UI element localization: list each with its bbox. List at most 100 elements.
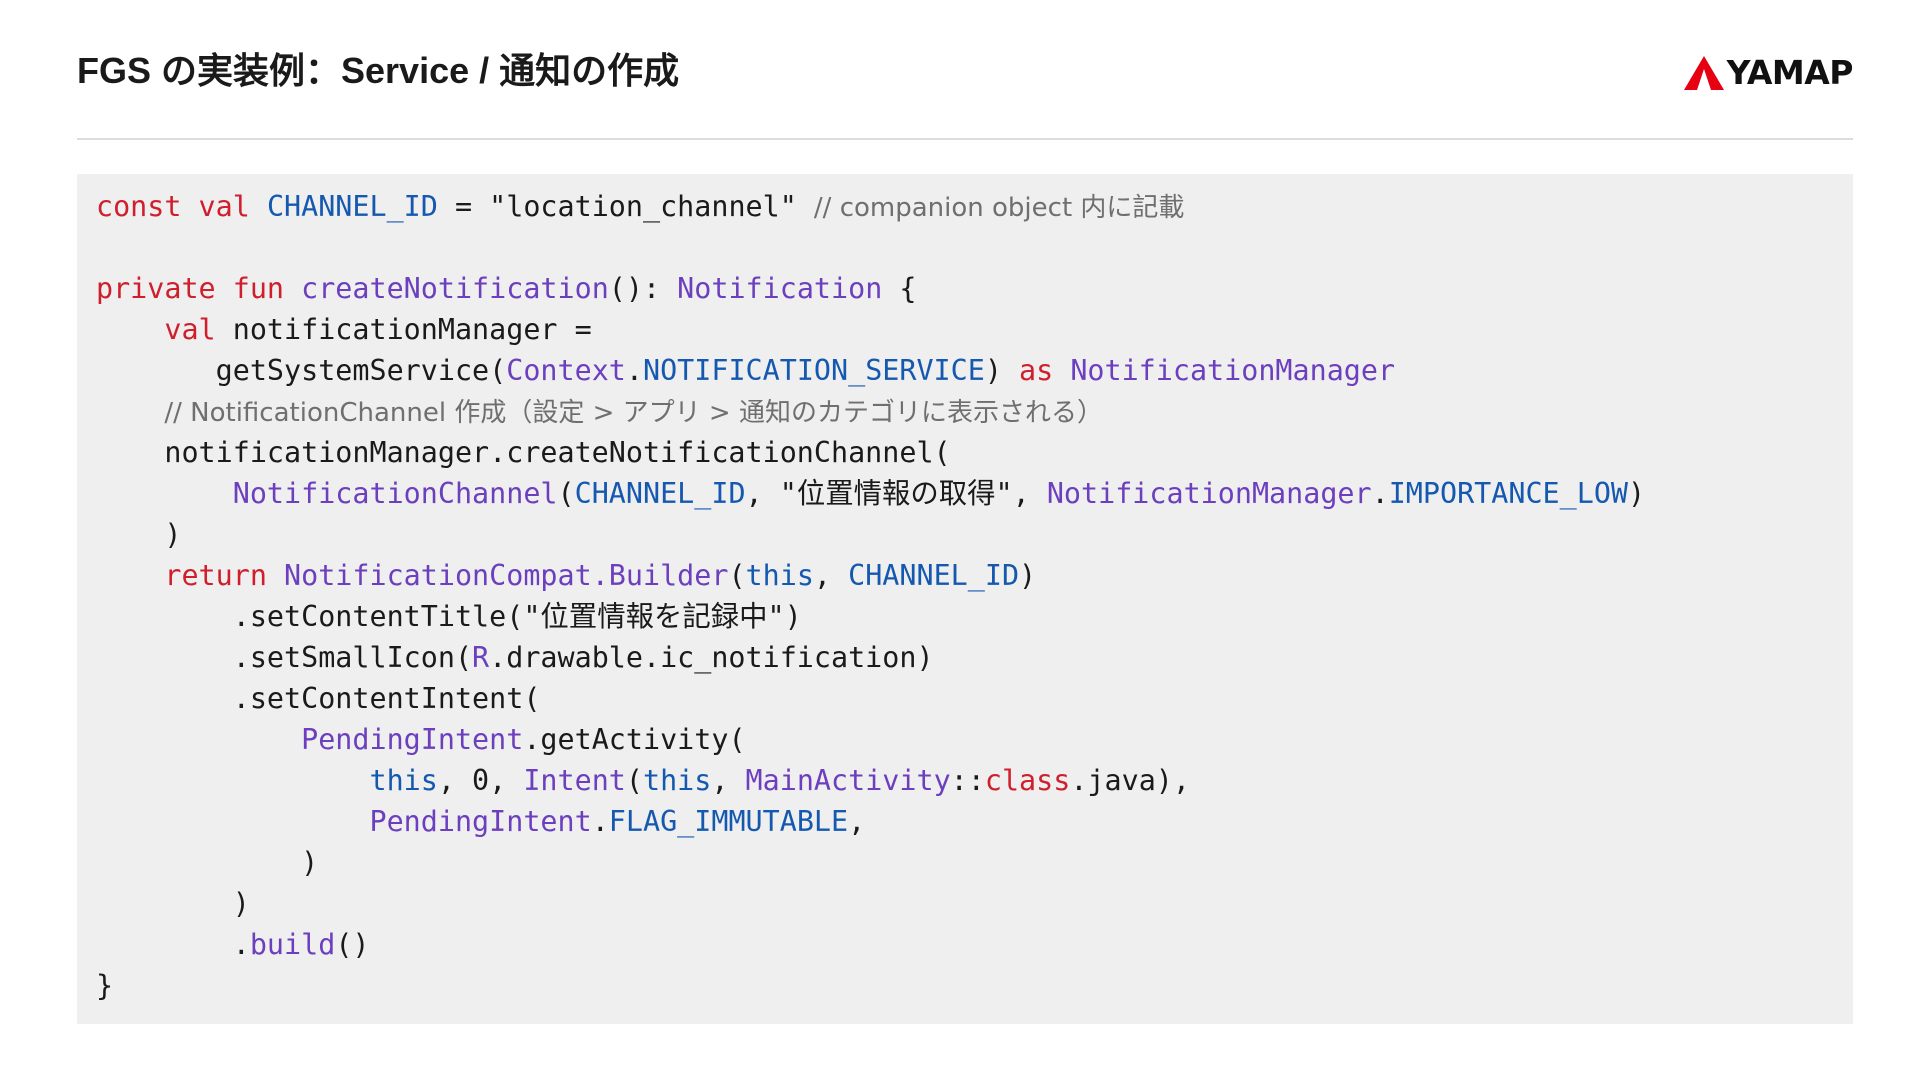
code-token: , [711, 764, 746, 797]
code-line: .setContentIntent( [96, 678, 1645, 719]
code-token: const val [96, 190, 250, 223]
code-token: () [335, 928, 370, 961]
code-token: NOTIFICATION_SERVICE [642, 354, 985, 387]
code-token: ( [625, 764, 643, 797]
code-line: ) [96, 842, 1645, 883]
code-token: .setSmallIcon( [96, 641, 473, 674]
code-token: ) [96, 887, 250, 920]
code-token: IMPORTANCE_LOW [1388, 477, 1628, 510]
code-token: PendingIntent [369, 805, 592, 838]
code-token: NotificationCompat.Builder [284, 559, 729, 592]
code-line: .setContentTitle("位置情報を記録中") [96, 596, 1645, 637]
code-token: Context [506, 354, 626, 387]
code-token: , [848, 805, 866, 838]
code-token: . [625, 354, 643, 387]
code-line: .build() [96, 924, 1645, 965]
code-token: // NotificationChannel 作成（設定 > アプリ > 通知の… [164, 398, 1103, 428]
code-token: R [472, 641, 490, 674]
code-token: = "location_channel" [437, 190, 814, 223]
code-token: . [591, 805, 609, 838]
code-line: // NotificationChannel 作成（設定 > アプリ > 通知の… [96, 391, 1645, 432]
code-line: PendingIntent.getActivity( [96, 719, 1645, 760]
code-token: NotificationManager [1070, 354, 1396, 387]
code-token: NotificationManager [1046, 477, 1372, 510]
code-token: , "位置情報の取得", [745, 477, 1047, 510]
code-token: ) [984, 354, 1020, 387]
code-token: . [1371, 477, 1389, 510]
code-line: notificationManager.createNotificationCh… [96, 432, 1645, 473]
code-token: val [164, 313, 216, 346]
slide-title: FGS の実装例：Service / 通知の作成 [77, 50, 680, 91]
code-token: ( [557, 477, 575, 510]
code-line: NotificationChannel(CHANNEL_ID, "位置情報の取得… [96, 473, 1645, 514]
code-token: { [882, 272, 917, 305]
code-line: .setSmallIcon(R.drawable.ic_notification… [96, 637, 1645, 678]
code-token: class [984, 764, 1071, 797]
code-token: this [745, 559, 814, 592]
code-token: // companion object 内に記載 [813, 193, 1185, 223]
code-line: getSystemService(Context.NOTIFICATION_SE… [96, 350, 1645, 391]
code-token: as [1019, 354, 1054, 387]
code-token: FLAG_IMMUTABLE [608, 805, 849, 838]
code-line: const val CHANNEL_ID = "location_channel… [96, 186, 1645, 227]
code-token: .getActivity( [523, 723, 746, 756]
code-token: CHANNEL_ID [266, 190, 438, 223]
code-token: ) [96, 846, 319, 879]
code-token: (): [608, 272, 678, 305]
code-token: ( [728, 559, 746, 592]
code-token: ) [1019, 559, 1037, 592]
code-panel: const val CHANNEL_ID = "location_channel… [77, 174, 1853, 1024]
code-token: :: [950, 764, 985, 797]
code-line: ) [96, 883, 1645, 924]
mountain-logo-icon [1683, 56, 1724, 90]
brand-logo: YAMAP [1683, 53, 1854, 92]
code-token: build [249, 928, 336, 961]
code-token: notificationManager = [215, 313, 592, 346]
code-token: .setContentIntent( [96, 682, 541, 715]
code-token: getSystemService( [96, 354, 507, 387]
code-token: , 0, [437, 764, 524, 797]
code-token: Notification [677, 272, 883, 305]
code-token: MainActivity [745, 764, 951, 797]
code-token: PendingIntent [301, 723, 524, 756]
brand-name: YAMAP [1726, 53, 1854, 92]
code-line: ) [96, 514, 1645, 555]
code-token: createNotification [301, 272, 609, 305]
code-line: this, 0, Intent(this, MainActivity::clas… [96, 760, 1645, 801]
code-token: ) [1628, 477, 1646, 510]
code-line: return NotificationCompat.Builder(this, … [96, 555, 1645, 596]
code-token: , [813, 559, 849, 592]
code-token: . [96, 928, 250, 961]
code-token: return [164, 559, 267, 592]
code-token: notificationManager.createNotificationCh… [96, 436, 951, 469]
code-line: } [96, 965, 1645, 1006]
code-token: Intent [523, 764, 626, 797]
code-token: this [642, 764, 712, 797]
code-token: .java), [1070, 764, 1190, 797]
code-token: this [369, 764, 438, 797]
code-token: CHANNEL_ID [574, 477, 746, 510]
code-line: val notificationManager = [96, 309, 1645, 350]
code-token: CHANNEL_ID [848, 559, 1020, 592]
code-line: PendingIntent.FLAG_IMMUTABLE, [96, 801, 1645, 842]
code-token: .drawable.ic_notification) [489, 641, 934, 674]
code-block: const val CHANNEL_ID = "location_channel… [96, 186, 1645, 1006]
code-token: NotificationChannel [232, 477, 558, 510]
code-line: private fun createNotification(): Notifi… [96, 268, 1645, 309]
header-divider [77, 138, 1853, 140]
code-token: .setContentTitle("位置情報を記録中") [96, 600, 802, 633]
code-token: ) [96, 518, 182, 551]
code-token: } [96, 969, 114, 1002]
